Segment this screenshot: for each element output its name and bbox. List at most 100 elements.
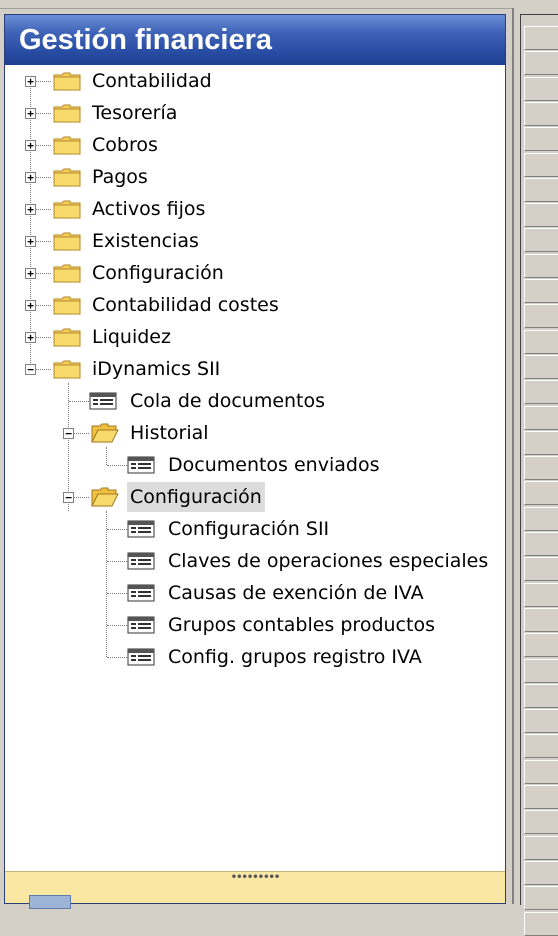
side-button[interactable] xyxy=(524,759,558,784)
side-button[interactable] xyxy=(524,785,558,809)
tree-item-liquidez[interactable]: + Liquidez xyxy=(5,322,505,352)
pane-splitter-bar[interactable]: ••••••••• xyxy=(5,871,505,909)
side-button[interactable] xyxy=(524,734,558,759)
tree-item-causas-exencion[interactable]: Causas de exención de IVA xyxy=(5,578,505,608)
side-button[interactable] xyxy=(524,810,558,835)
folder-icon xyxy=(53,136,81,155)
list-page-icon xyxy=(127,616,155,634)
side-button[interactable] xyxy=(524,607,558,632)
side-button[interactable] xyxy=(524,911,558,936)
expand-icon[interactable]: + xyxy=(25,332,36,343)
list-page-icon xyxy=(127,584,155,602)
side-button[interactable] xyxy=(524,177,558,202)
tree-line xyxy=(107,561,127,562)
side-button[interactable] xyxy=(524,860,558,885)
side-button[interactable] xyxy=(524,633,558,658)
folder-icon xyxy=(53,264,81,283)
expand-icon[interactable]: + xyxy=(25,204,36,215)
side-button[interactable] xyxy=(524,557,558,582)
tree-item-contabilidad[interactable]: + Contabilidad xyxy=(5,66,505,96)
collapse-icon[interactable]: − xyxy=(25,364,36,375)
expand-icon[interactable]: + xyxy=(25,300,36,311)
side-button[interactable] xyxy=(524,354,558,379)
tree-item-claves-operaciones[interactable]: Claves de operaciones especiales xyxy=(5,546,505,576)
expand-icon[interactable]: + xyxy=(25,172,36,183)
tree-item-idynamics-sii[interactable]: − iDynamics SII xyxy=(5,354,505,384)
tree-line xyxy=(69,401,89,402)
tree-item-label: Existencias xyxy=(92,230,199,252)
side-button[interactable] xyxy=(524,76,558,101)
side-button[interactable] xyxy=(524,658,558,683)
expand-icon[interactable]: + xyxy=(25,140,36,151)
side-button[interactable] xyxy=(524,203,558,228)
side-button[interactable] xyxy=(524,683,558,708)
side-button[interactable] xyxy=(524,380,558,405)
open-folder-icon xyxy=(91,487,119,507)
tree-item-label: Grupos contables productos xyxy=(168,614,435,636)
side-button[interactable] xyxy=(524,886,558,911)
side-button[interactable] xyxy=(524,481,558,506)
tree-item-label: Activos fijos xyxy=(92,198,206,220)
tree-item-existencias[interactable]: + Existencias xyxy=(5,226,505,256)
side-button[interactable] xyxy=(524,835,558,860)
splitter-grip[interactable]: ••••••••• xyxy=(231,873,281,883)
tree-item-contabilidad-costes[interactable]: + Contabilidad costes xyxy=(5,290,505,320)
window-top-strip xyxy=(0,0,558,9)
collapse-icon[interactable]: − xyxy=(63,492,74,503)
tree-item-documentos-enviados[interactable]: Documentos enviados xyxy=(5,450,505,480)
side-button[interactable] xyxy=(524,582,558,607)
tree-line xyxy=(107,657,127,658)
tree-item-pagos[interactable]: + Pagos xyxy=(5,162,505,192)
tree-item-configuracion-sii-folder[interactable]: − Configuración xyxy=(5,482,505,512)
tree-item-label: Historial xyxy=(130,422,209,444)
tree-item-historial[interactable]: − Historial xyxy=(5,418,505,448)
side-button[interactable] xyxy=(524,456,558,481)
side-button[interactable] xyxy=(524,127,558,152)
side-button[interactable] xyxy=(524,228,558,253)
tree-item-config-grupos-iva[interactable]: Config. grupos registro IVA xyxy=(5,642,505,672)
side-button[interactable] xyxy=(524,532,558,556)
side-button[interactable] xyxy=(524,101,558,126)
navigation-pane: Gestión financiera + Contabilidad + Teso… xyxy=(4,14,506,909)
list-page-icon xyxy=(89,392,117,410)
tree-item-configuracion-sii[interactable]: Configuración SII xyxy=(5,514,505,544)
tree-item-label: Configuración xyxy=(92,262,224,284)
side-button[interactable] xyxy=(524,405,558,430)
side-button[interactable] xyxy=(524,51,558,76)
tree-item-grupos-contables[interactable]: Grupos contables productos xyxy=(5,610,505,640)
tree-line xyxy=(107,625,127,626)
side-button[interactable] xyxy=(524,279,558,303)
side-button[interactable] xyxy=(524,709,558,734)
tree-line xyxy=(107,465,127,466)
expand-icon[interactable]: + xyxy=(25,76,36,87)
side-button[interactable] xyxy=(524,253,558,278)
list-page-icon xyxy=(127,456,155,474)
tree-item-label: Documentos enviados xyxy=(168,454,380,476)
folder-icon xyxy=(53,296,81,315)
menu-icon[interactable] xyxy=(29,895,71,909)
side-button[interactable] xyxy=(524,329,558,354)
tree-item-cobros[interactable]: + Cobros xyxy=(5,130,505,160)
tree-item-label: Causas de exención de IVA xyxy=(168,582,424,604)
side-button[interactable] xyxy=(524,506,558,531)
tree-item-tesoreria[interactable]: + Tesorería xyxy=(5,98,505,128)
list-page-icon xyxy=(127,520,155,538)
tree-item-activos-fijos[interactable]: + Activos fijos xyxy=(5,194,505,224)
folder-icon xyxy=(53,168,81,187)
expand-icon[interactable]: + xyxy=(25,268,36,279)
side-button[interactable] xyxy=(524,26,558,50)
tree-item-cola-documentos[interactable]: Cola de documentos xyxy=(5,386,505,416)
tree-item-label: Liquidez xyxy=(92,326,171,348)
navigation-tree: + Contabilidad + Tesorería + Cobros + Pa… xyxy=(5,65,505,873)
tree-item-configuracion[interactable]: + Configuración xyxy=(5,258,505,288)
side-button[interactable] xyxy=(524,152,558,177)
folder-icon xyxy=(53,104,81,123)
tree-item-label: Cobros xyxy=(92,134,158,156)
side-button[interactable] xyxy=(524,430,558,455)
side-button[interactable] xyxy=(524,304,558,329)
folder-icon xyxy=(53,232,81,251)
collapse-icon[interactable]: − xyxy=(63,428,74,439)
expand-icon[interactable]: + xyxy=(25,236,36,247)
folder-icon xyxy=(53,328,81,347)
expand-icon[interactable]: + xyxy=(25,108,36,119)
